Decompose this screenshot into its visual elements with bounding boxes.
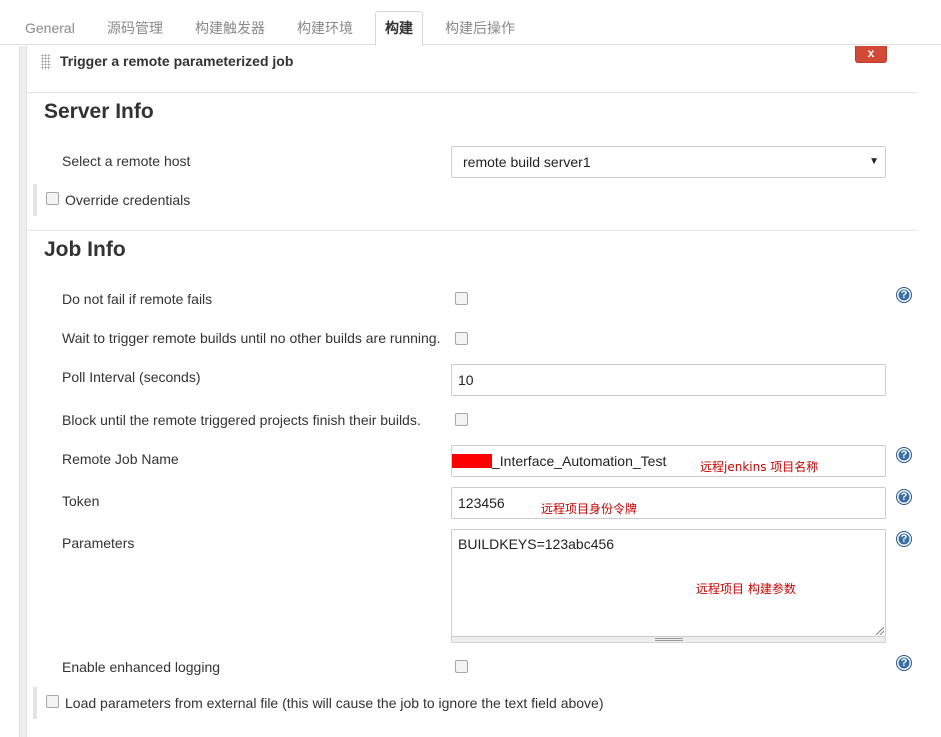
remote-host-select[interactable]: remote build server1 ▼ [451, 146, 886, 178]
resize-grip-icon [655, 638, 683, 641]
delete-build-step-button[interactable]: x [855, 46, 887, 63]
poll-interval-input[interactable]: 10 [451, 364, 886, 396]
override-credentials-checkbox[interactable] [46, 192, 59, 205]
optional-block-bar [33, 687, 37, 719]
section-left-bar [19, 46, 27, 737]
enhanced-logging-checkbox[interactable] [455, 660, 468, 673]
do-not-fail-label: Do not fail if remote fails [62, 291, 213, 307]
remote-job-name-input[interactable]: _Interface_Automation_Test [451, 445, 886, 477]
build-step-title: Trigger a remote parameterized job [60, 53, 294, 69]
tab-general[interactable]: General [25, 12, 75, 45]
server-info-heading: Server Info [44, 100, 154, 123]
textarea-resize-bar[interactable] [451, 637, 886, 643]
tab-source-control[interactable]: 源码管理 [107, 12, 163, 45]
help-icon[interactable]: ? [896, 287, 912, 303]
tab-build-triggers[interactable]: 构建触发器 [195, 12, 265, 45]
token-annotation: 远程项目身份令牌 [541, 502, 638, 516]
tab-build-environment[interactable]: 构建环境 [297, 12, 353, 45]
redaction-mark [452, 454, 492, 468]
token-input[interactable]: 123456 [451, 487, 886, 519]
job-name-annotation: 远程jenkins 项目名称 [700, 460, 819, 474]
parameters-value: BUILDKEYS=123abc456 [458, 536, 615, 552]
override-credentials-label: Override credentials [65, 192, 191, 208]
block-until-label: Block until the remote triggered project… [62, 412, 421, 428]
divider [28, 230, 917, 231]
parameters-label: Parameters [62, 535, 135, 551]
block-until-checkbox[interactable] [455, 413, 468, 426]
help-icon[interactable]: ? [896, 655, 912, 671]
close-icon: x [867, 46, 875, 60]
tab-build[interactable]: 构建 [375, 11, 423, 46]
remote-job-name-value: _Interface_Automation_Test [492, 453, 667, 469]
do-not-fail-checkbox[interactable] [455, 292, 468, 305]
drag-handle-icon[interactable] [41, 54, 51, 70]
help-icon[interactable]: ? [896, 489, 912, 505]
wait-trigger-checkbox[interactable] [455, 332, 468, 345]
parameters-textarea[interactable]: BUILDKEYS=123abc456 [451, 529, 886, 637]
remote-job-name-label: Remote Job Name [62, 451, 179, 467]
load-params-checkbox[interactable] [46, 695, 59, 708]
load-params-label: Load parameters from external file (this… [65, 695, 604, 711]
params-annotation: 远程项目 构建参数 [696, 582, 796, 596]
divider [28, 92, 917, 93]
job-info-heading: Job Info [44, 238, 126, 261]
token-label: Token [62, 493, 100, 509]
optional-block-bar [33, 184, 37, 216]
dropdown-caret-icon: ▼ [869, 156, 879, 167]
resize-grip-icon[interactable] [876, 627, 884, 635]
tab-post-build-actions[interactable]: 构建后操作 [445, 12, 515, 45]
wait-trigger-label: Wait to trigger remote builds until no o… [62, 330, 441, 346]
remote-host-label: Select a remote host [62, 153, 191, 169]
remote-host-value: remote build server1 [463, 154, 591, 170]
poll-interval-label: Poll Interval (seconds) [62, 369, 201, 385]
help-icon[interactable]: ? [896, 531, 912, 547]
enhanced-logging-label: Enable enhanced logging [62, 659, 221, 675]
config-tab-bar: General 源码管理 构建触发器 构建环境 构建 构建后操作 [0, 0, 941, 46]
help-icon[interactable]: ? [896, 447, 912, 463]
